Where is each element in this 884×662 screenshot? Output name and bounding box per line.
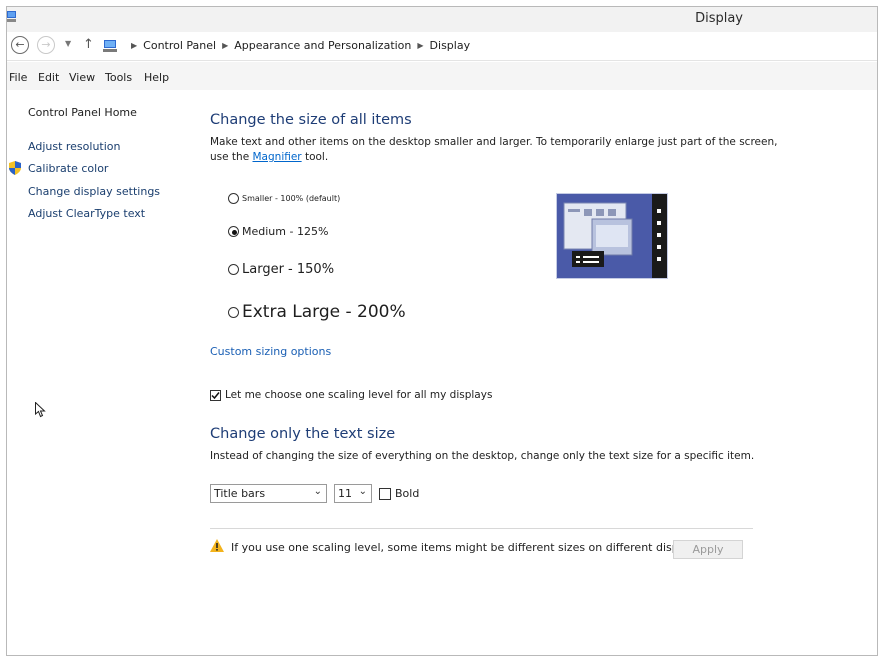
size-description-line2: use the Magnifier tool. [210,151,329,163]
sidebar-home-link[interactable]: Control Panel Home [28,106,137,119]
radio-medium[interactable]: Medium - 125% [228,225,328,238]
text-size-heading: Change only the text size [210,426,396,442]
shield-icon [9,161,21,175]
sidebar-item-adjust-cleartype[interactable]: Adjust ClearType text [28,207,145,220]
warning-icon [210,539,224,552]
divider [210,528,753,529]
radio-button[interactable] [228,306,239,318]
custom-sizing-options-link[interactable]: Custom sizing options [210,345,331,358]
radio-button[interactable] [228,264,239,275]
back-button[interactable]: ← [11,36,29,54]
display-window: Display ← → ▼ ↑ ▶ Control Panel ▶ Appearanc… [6,6,878,656]
radio-smaller[interactable]: Smaller - 100% (default) [228,193,340,204]
text-size-description: Instead of changing the size of everythi… [210,450,755,462]
control-panel-icon [103,40,117,52]
radio-button[interactable] [228,226,239,237]
chevron-down-icon: ⌄ [313,486,322,497]
breadcrumb-control-panel[interactable]: Control Panel [143,39,216,52]
warning-text: If you use one scaling level, some items… [231,541,705,554]
title-bar: Display [7,7,877,32]
recent-locations-chevron-icon[interactable]: ▼ [65,39,71,48]
chevron-down-icon: ⌄ [358,486,367,497]
breadcrumb-separator-icon: ▶ [131,41,138,50]
item-select[interactable]: Title bars ⌄ [210,484,327,503]
one-scaling-level-row[interactable]: Let me choose one scaling level for all … [210,389,492,401]
bold-checkbox[interactable] [379,487,391,500]
font-size-select[interactable]: 11 ⌄ [334,484,372,503]
bold-row[interactable]: Bold [379,487,419,500]
magnifier-link[interactable]: Magnifier [253,151,302,163]
breadcrumb: ▶ Control Panel ▶ Appearance and Personaliz… [125,39,470,52]
display-app-icon [7,11,16,22]
radio-extra-large[interactable]: Extra Large - 200% [228,302,406,322]
checkmark-icon [211,391,220,399]
menu-bar: File Edit View Tools Help [7,62,877,90]
sidebar-item-calibrate-color[interactable]: Calibrate color [28,162,108,175]
mouse-cursor-icon [35,402,46,418]
window-title: Display [695,11,743,26]
display-preview-image [556,193,668,279]
sidebar-item-change-display-settings[interactable]: Change display settings [28,185,160,198]
size-description: Make text and other items on the desktop… [210,136,778,148]
up-arrow-icon[interactable]: ↑ [83,37,94,52]
menu-help[interactable]: Help [144,71,169,84]
one-scaling-level-checkbox[interactable] [210,389,221,401]
breadcrumb-separator-icon: ▶ [222,41,229,50]
breadcrumb-separator-icon: ▶ [417,41,424,50]
menu-view[interactable]: View [69,71,95,84]
forward-button[interactable]: → [37,36,55,54]
menu-file[interactable]: File [9,71,27,84]
radio-button[interactable] [228,193,239,204]
menu-edit[interactable]: Edit [38,71,59,84]
radio-larger[interactable]: Larger - 150% [228,262,334,277]
sidebar-item-adjust-resolution[interactable]: Adjust resolution [28,140,121,153]
address-bar: ← → ▼ ↑ ▶ Control Panel ▶ Appearance and Pe… [7,33,877,61]
breadcrumb-display[interactable]: Display [430,39,471,52]
size-heading: Change the size of all items [210,112,412,128]
menu-tools[interactable]: Tools [105,71,132,84]
apply-button[interactable]: Apply [673,540,743,559]
breadcrumb-appearance[interactable]: Appearance and Personalization [234,39,411,52]
